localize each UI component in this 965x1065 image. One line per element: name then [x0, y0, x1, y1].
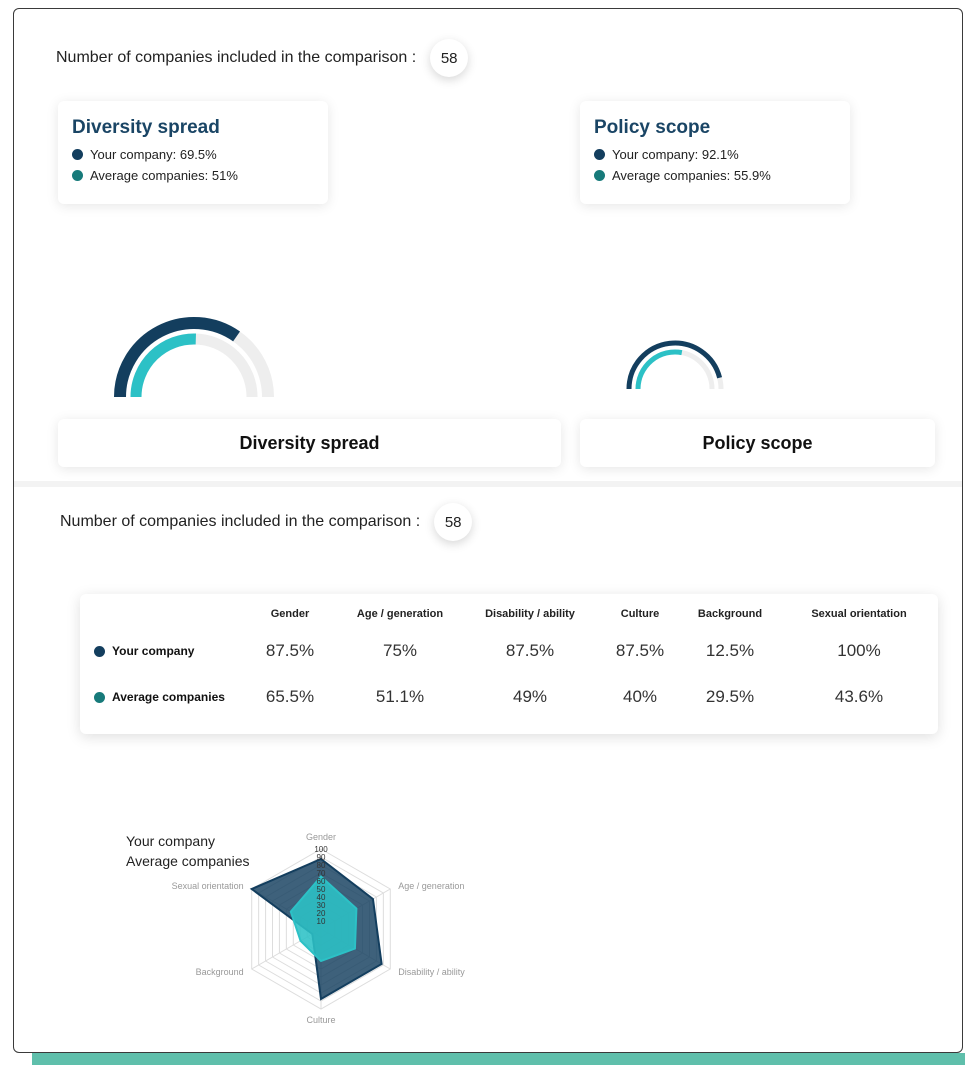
radar-axis-label: Sexual orientation [172, 881, 244, 891]
table-header-row: Gender Age / generation Disability / abi… [80, 594, 938, 628]
row-label-average: Average companies [80, 674, 240, 720]
radar-axis-label: Background [196, 967, 244, 977]
table-cell: 75% [382, 641, 418, 660]
table-header-disability: Disability / ability [485, 608, 575, 620]
gauge-track-inner [130, 333, 258, 398]
row-label-text: Your company [112, 644, 195, 658]
comparison-table: Gender Age / generation Disability / abi… [80, 594, 938, 720]
policy-scope-title: Policy scope [594, 117, 711, 138]
policy-scope-gauge-title: Policy scope [580, 419, 935, 467]
table-cell: 43.6% [834, 687, 884, 706]
radar-axis-label: Culture [306, 1015, 335, 1025]
diversity-average-legend: Average companies: 51% [72, 168, 314, 183]
radar-legend-your-company: Your company [126, 833, 215, 849]
table-header-culture: Culture [620, 608, 660, 620]
comparison-count-row: Number of companies included in the comp… [56, 39, 469, 77]
table-row: Average companies 65.5% 51.1% 49% 40% 29… [80, 674, 938, 720]
table-cell: 51.1% [375, 687, 425, 706]
radar-axis-label: Age / generation [398, 881, 464, 891]
diversity-your-company-text: Your company: 69.5% [90, 147, 217, 162]
comparison-count-row-2: Number of companies included in the comp… [60, 503, 473, 541]
row-label-text: Average companies [112, 690, 225, 704]
table-cell: 87.5% [615, 641, 665, 660]
radar-axis-label: Gender [306, 832, 336, 842]
policy-average-text: Average companies: 55.9% [612, 168, 771, 183]
row-label-your-company: Your company [80, 628, 240, 674]
table-header-gender: Gender [270, 608, 310, 620]
table-cell: 65.5% [265, 687, 315, 706]
table-cell: 12.5% [705, 641, 755, 660]
section-divider [14, 481, 962, 487]
table-header-empty [80, 594, 240, 628]
gauge-track-inner [635, 349, 715, 389]
table-header-background: Background [697, 608, 763, 620]
diversity-spread-gauge [114, 317, 274, 398]
table-cell: 40% [622, 687, 658, 706]
diversity-average-text: Average companies: 51% [90, 168, 238, 183]
diversity-spread-gauge-title: Diversity spread [58, 419, 561, 467]
comparison-count-label: Number of companies included in the comp… [56, 49, 417, 66]
diversity-your-company-legend: Your company: 69.5% [72, 147, 314, 162]
policy-your-company-text: Your company: 92.1% [612, 147, 739, 162]
diversity-spread-title: Diversity spread [72, 117, 220, 138]
comparison-table-card: Gender Age / generation Disability / abi… [80, 594, 938, 734]
radar-tick-label: 10 [317, 917, 326, 926]
table-cell: 29.5% [705, 687, 755, 706]
comparison-count-badge: 58 [430, 39, 469, 77]
table-cell: 87.5% [265, 641, 315, 660]
comparison-count-badge-2: 58 [434, 503, 473, 541]
your-company-dot-icon [94, 646, 105, 658]
average-dot-icon [94, 692, 105, 704]
dashboard-panel: Number of companies included in the comp… [13, 8, 963, 1053]
your-company-dot-icon [594, 149, 605, 160]
radar-legend: Your company Average companies [126, 831, 249, 871]
comparison-count-label-2: Number of companies included in the comp… [60, 513, 421, 530]
your-company-dot-icon [72, 149, 83, 160]
policy-your-company-legend: Your company: 92.1% [594, 147, 836, 162]
policy-scope-gauge [626, 340, 724, 389]
average-dot-icon [594, 170, 605, 181]
table-header-sexual-orientation: Sexual orientation [811, 608, 907, 620]
diversity-spread-legend-card: Diversity spread Your company: 69.5% Ave… [58, 101, 328, 204]
table-header-age: Age / generation [356, 608, 444, 620]
table-cell: 100% [837, 641, 881, 660]
table-cell: 87.5% [505, 641, 555, 660]
footer-accent-bar [32, 1053, 965, 1065]
policy-average-legend: Average companies: 55.9% [594, 168, 836, 183]
table-cell: 49% [512, 687, 548, 706]
radar-legend-average: Average companies [126, 853, 250, 869]
radar-axis-label: Disability / ability [398, 967, 465, 977]
policy-scope-legend-card: Policy scope Your company: 92.1% Average… [580, 101, 850, 204]
table-row: Your company 87.5% 75% 87.5% 87.5% 12.5%… [80, 628, 938, 674]
average-dot-icon [72, 170, 83, 181]
